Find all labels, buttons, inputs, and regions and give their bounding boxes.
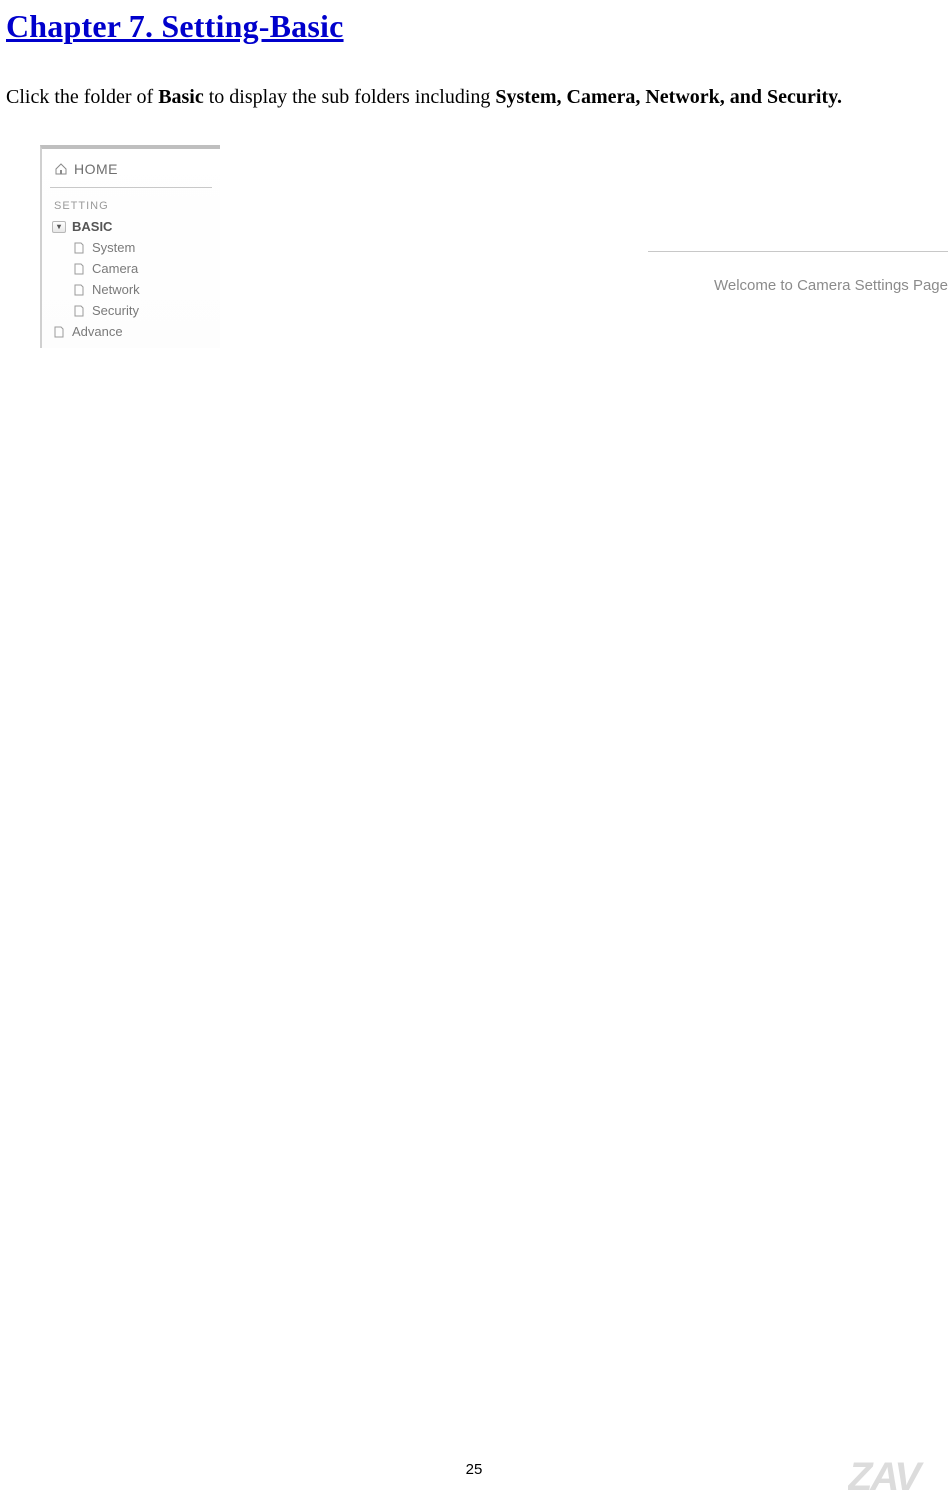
sidebar-basic-label: BASIC [72,219,112,234]
intro-paragraph: Click the folder of Basic to display the… [0,45,948,117]
page-icon [72,284,86,296]
page-icon [72,263,86,275]
sidebar-item-label: System [92,240,135,255]
home-icon [54,163,68,175]
chapter-title: Chapter 7. Setting-Basic [0,0,948,45]
sidebar-item-label: Camera [92,261,138,276]
sidebar-item-basic[interactable]: ▾ BASIC [52,216,220,237]
settings-sidebar: HOME SETTING ▾ BASIC System Camera [40,145,220,348]
sidebar-item-network[interactable]: Network [72,279,220,300]
sidebar-home[interactable]: HOME [42,149,220,187]
sidebar-item-camera[interactable]: Camera [72,258,220,279]
collapse-icon[interactable]: ▾ [52,221,66,233]
sidebar-item-label: Network [92,282,140,297]
intro-text-2: to display the sub folders including [204,86,496,108]
sidebar-item-security[interactable]: Security [72,300,220,321]
sidebar-item-advance[interactable]: Advance [52,321,220,342]
sidebar-section-label: SETTING [42,194,220,216]
content-divider [648,251,948,252]
settings-content: Welcome to Camera Settings Page [220,145,948,405]
watermark-logo: ZAV [848,1455,948,1500]
sidebar-divider [50,187,212,188]
page-icon [72,305,86,317]
intro-text-1: Click the folder of [6,86,158,108]
sidebar-item-label: Security [92,303,139,318]
sidebar-item-system[interactable]: System [72,237,220,258]
settings-screenshot: HOME SETTING ▾ BASIC System Camera [40,145,948,405]
sidebar-tree: ▾ BASIC System Camera Network S [42,216,220,342]
intro-bold-list: System, Camera, Network, and Security. [495,86,842,108]
welcome-text: Welcome to Camera Settings Page [714,277,948,294]
page-number: 25 [466,1461,483,1478]
page-icon [72,242,86,254]
intro-bold-basic: Basic [158,86,204,108]
sidebar-home-label: HOME [74,161,118,177]
page-icon [52,326,66,338]
sidebar-advance-label: Advance [72,324,123,339]
sidebar-basic-children: System Camera Network Security [52,237,220,321]
